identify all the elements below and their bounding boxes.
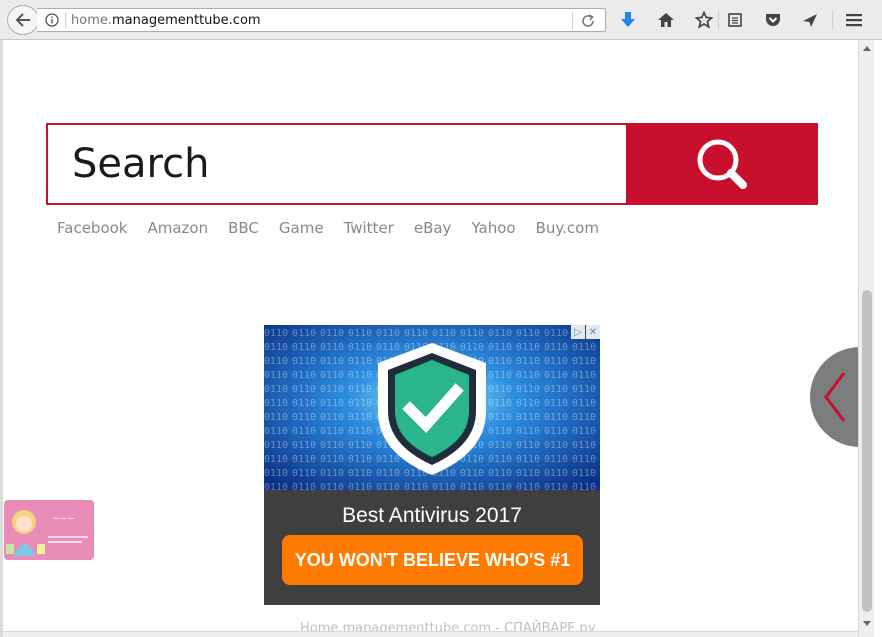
badge-text-line bbox=[48, 541, 82, 543]
reload-separator bbox=[572, 12, 573, 29]
reading-list-icon[interactable] bbox=[725, 10, 745, 30]
back-button[interactable] bbox=[7, 5, 39, 35]
close-icon[interactable]: ✕ bbox=[586, 325, 600, 339]
quick-link-buycom[interactable]: Buy.com bbox=[536, 219, 599, 237]
quick-link-amazon[interactable]: Amazon bbox=[147, 219, 208, 237]
badge-text-line bbox=[48, 536, 88, 538]
cartoon-girl-image bbox=[6, 510, 45, 556]
chevron-left-icon[interactable] bbox=[818, 370, 854, 424]
toolbar-separator bbox=[718, 10, 719, 30]
quick-link-facebook[interactable]: Facebook bbox=[57, 219, 127, 237]
scroll-down-icon[interactable] bbox=[862, 620, 872, 628]
window-left-edge bbox=[0, 40, 3, 637]
url-text[interactable]: home.managementtube.com bbox=[71, 13, 261, 28]
search-box bbox=[46, 123, 818, 205]
corner-popup-badge[interactable]: ~~~ bbox=[4, 500, 94, 560]
scroll-up-icon[interactable] bbox=[862, 44, 872, 52]
quick-link-bbc[interactable]: BBC bbox=[228, 219, 259, 237]
menu-icon[interactable] bbox=[844, 10, 864, 30]
ad-title: Best Antivirus 2017 bbox=[342, 504, 522, 527]
quick-link-ebay[interactable]: eBay bbox=[414, 219, 452, 237]
info-icon[interactable] bbox=[45, 13, 59, 27]
home-icon[interactable] bbox=[656, 10, 676, 30]
send-icon[interactable] bbox=[800, 10, 820, 30]
ad-choices: ▷ ✕ bbox=[570, 325, 600, 339]
address-bar[interactable]: home.managementtube.com bbox=[37, 8, 606, 32]
scrollbar-thumb[interactable] bbox=[862, 290, 872, 612]
quick-link-yahoo[interactable]: Yahoo bbox=[471, 219, 515, 237]
vertical-scrollbar[interactable] bbox=[858, 40, 874, 637]
toolbar-separator bbox=[832, 10, 833, 30]
quick-link-game[interactable]: Game bbox=[279, 219, 324, 237]
search-input[interactable] bbox=[48, 125, 624, 203]
search-button[interactable] bbox=[626, 125, 818, 203]
bookmark-star-icon[interactable] bbox=[694, 10, 714, 30]
pocket-icon[interactable] bbox=[763, 10, 783, 30]
url-domain: managementtube.com bbox=[112, 13, 261, 28]
badge-script-logo: ~~~ bbox=[52, 514, 75, 524]
window-right-edge bbox=[874, 40, 882, 637]
url-separator bbox=[65, 13, 66, 28]
search-icon bbox=[697, 139, 747, 189]
ad-shield-image: 0110 bbox=[264, 325, 600, 490]
browser-toolbar: home.managementtube.com bbox=[0, 0, 882, 40]
url-prefix: home. bbox=[71, 13, 112, 28]
back-arrow-icon bbox=[15, 13, 30, 27]
quick-link-twitter[interactable]: Twitter bbox=[344, 219, 394, 237]
download-icon[interactable] bbox=[618, 10, 638, 30]
reload-icon[interactable] bbox=[580, 13, 596, 29]
antivirus-ad[interactable]: 0110 ▷ ✕ Best Antivirus 2017 YOU WON'T B… bbox=[264, 325, 600, 605]
horizontal-scrollbar[interactable] bbox=[3, 631, 858, 637]
quick-links: Facebook Amazon BBC Game Twitter eBay Ya… bbox=[57, 219, 619, 237]
ad-cta-button[interactable]: YOU WON'T BELIEVE WHO'S #1 bbox=[282, 535, 583, 585]
adchoices-icon[interactable]: ▷ bbox=[571, 325, 585, 339]
